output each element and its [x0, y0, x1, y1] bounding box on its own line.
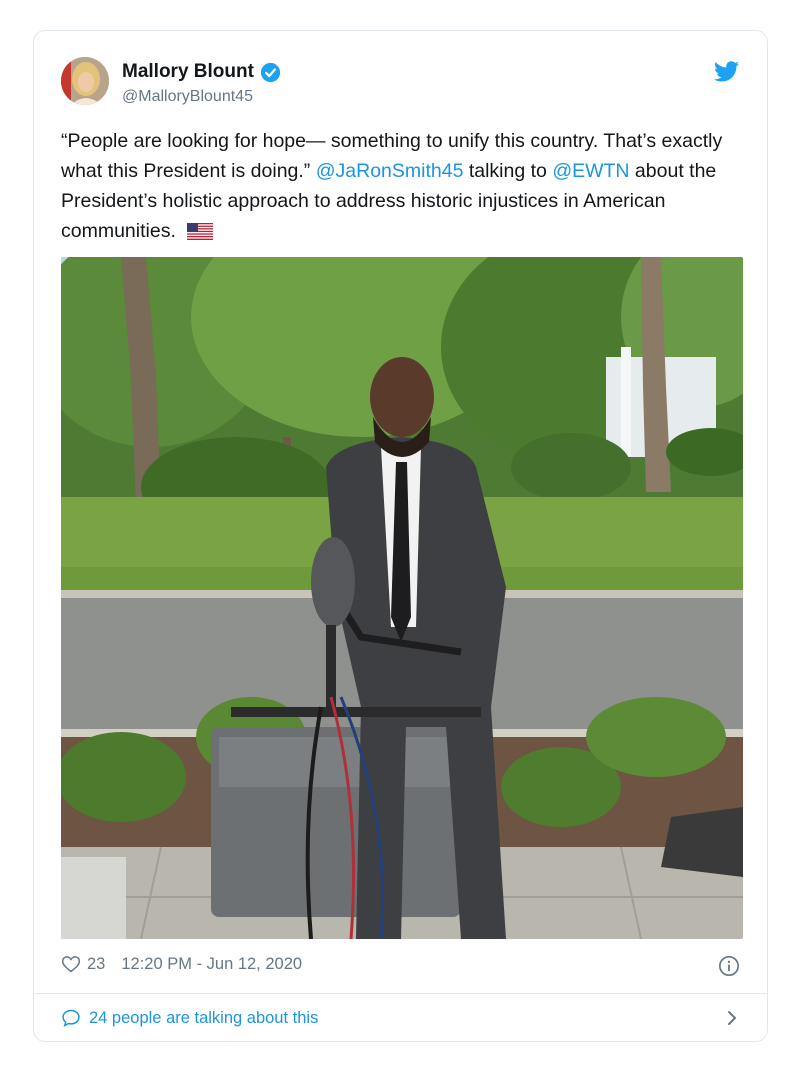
- avatar[interactable]: [61, 57, 109, 105]
- conversation-link[interactable]: 24 people are talking about this: [61, 1008, 318, 1028]
- tweet-timestamp[interactable]: 12:20 PM - Jun 12, 2020: [121, 955, 302, 974]
- author-row: Mallory Blount: [122, 61, 281, 83]
- photo-scene: [61, 257, 743, 939]
- us-flag-icon: [187, 223, 214, 240]
- heart-icon[interactable]: [61, 954, 81, 974]
- tweet-text: “People are looking for hope— something …: [61, 126, 741, 246]
- author-handle[interactable]: @MalloryBlount45: [122, 88, 253, 106]
- like-count[interactable]: 23: [87, 955, 105, 974]
- conversation-count-label[interactable]: 24 people are talking about this: [89, 1009, 318, 1028]
- author-name[interactable]: Mallory Blount: [122, 61, 254, 83]
- twitter-bird-icon[interactable]: [714, 61, 739, 82]
- info-icon[interactable]: [718, 955, 740, 977]
- divider: [34, 993, 767, 994]
- tweet-photo[interactable]: [61, 257, 743, 939]
- speech-bubble-icon: [62, 1009, 80, 1027]
- mention-link-ewtn[interactable]: @EWTN: [552, 160, 629, 182]
- mention-link-jaronsmith45[interactable]: @JaRonSmith45: [316, 160, 464, 182]
- tweet-text-part: talking to: [463, 160, 553, 182]
- verified-badge-icon: [260, 62, 281, 82]
- tweet-card: Mallory Blount @MalloryBlount45 “People …: [33, 30, 768, 1042]
- tweet-meta: 23 12:20 PM - Jun 12, 2020: [61, 954, 302, 974]
- chevron-right-icon[interactable]: [724, 1009, 740, 1027]
